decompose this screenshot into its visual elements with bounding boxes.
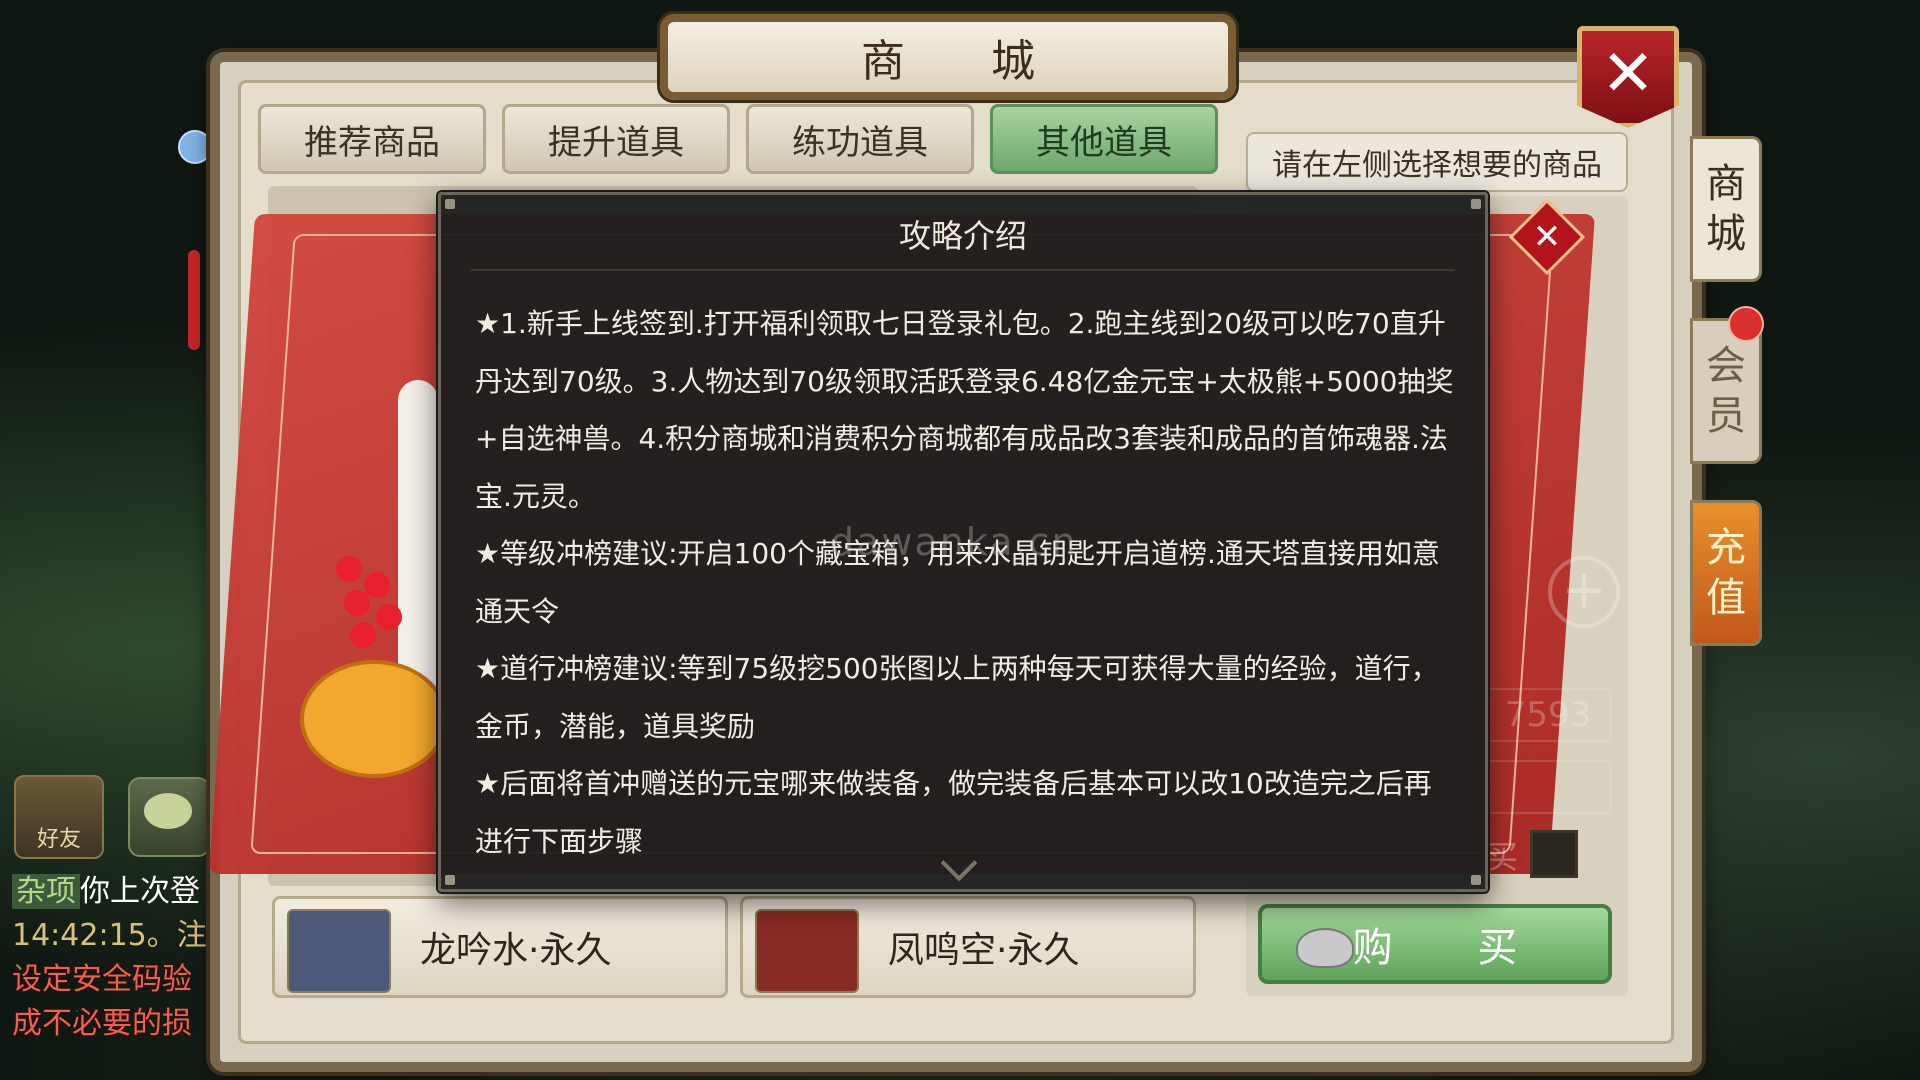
buy-checkbox[interactable] (1530, 830, 1578, 878)
watermark: dawanka.cn (830, 520, 1078, 564)
goods-item-name: 龙吟水·永久 (420, 930, 612, 971)
tab-recommended[interactable]: 推荐商品 (258, 104, 486, 174)
plus-icon[interactable]: + (1548, 556, 1620, 628)
chat-button[interactable] (128, 777, 210, 857)
chat-log: 杂项 你上次登 14:42:15。注 设定安全码验 成不必要的损 (12, 870, 212, 1046)
ingot-icon (1296, 928, 1354, 968)
buy-button[interactable]: 购 买 (1258, 904, 1612, 984)
guide-title: 攻略介绍 (898, 217, 1027, 255)
shop-title: 商 城 (861, 36, 1071, 87)
chat-line: 成不必要的损 (12, 1006, 192, 1041)
guide-content[interactable]: ★1.新手上线签到.打开福利领取七日登录礼包。2.跑主线到20级可以吃70直升丹… (475, 295, 1455, 861)
shop-title-plate: 商 城 (660, 14, 1236, 100)
guide-paragraph: ★1.新手上线签到.打开福利领取七日登录礼包。2.跑主线到20级可以吃70直升丹… (475, 307, 1454, 513)
chat-line: 设定安全码验 (12, 962, 192, 997)
select-hint: 请在左侧选择想要的商品 (1246, 132, 1628, 192)
chat-line: 14:42:15。注 (12, 918, 207, 953)
tab-training-items[interactable]: 练功道具 (746, 104, 974, 174)
buy-checkbox-label: 买 (1486, 838, 1519, 876)
chat-tag: 杂项 (12, 874, 80, 909)
lantern-decoration (178, 80, 212, 350)
guide-paragraph: ★道行冲榜建议:等到75级挖500张图以上两种每天可获得大量的经验，道行，金币，… (475, 652, 1439, 743)
tab-other-items[interactable]: 其他道具 (990, 104, 1218, 174)
goods-item-card[interactable]: 凤鸣空·永久 (740, 896, 1196, 998)
notification-dot (1728, 306, 1764, 342)
divider (471, 269, 1455, 271)
friends-label: 好友 (36, 827, 81, 852)
chat-line: 你上次登 (80, 874, 200, 909)
goods-item-name: 凤鸣空·永久 (888, 930, 1080, 971)
gourd-decoration (300, 660, 448, 778)
quantity-field[interactable] (1484, 760, 1612, 814)
outfit-icon (287, 909, 391, 993)
outfit-icon (755, 909, 859, 993)
chat-bubble-icon (144, 793, 192, 829)
side-tabs: 商城 会员 充值 (1690, 136, 1762, 682)
side-tab-shop[interactable]: 商城 (1690, 136, 1762, 282)
candied-haws-decoration (336, 556, 416, 656)
tab-upgrade-items[interactable]: 提升道具 (502, 104, 730, 174)
guide-paragraph: ★后面将首冲赠送的元宝哪来做装备，做完装备后基本可以改10改造完之后再进行下面步… (475, 767, 1432, 858)
buy-button-label: 购 买 (1352, 925, 1554, 971)
price-field: 7593 (1484, 688, 1612, 742)
friends-button[interactable]: 好友 (14, 775, 104, 859)
goods-item-card[interactable]: 龙吟水·永久 (272, 896, 728, 998)
side-tab-recharge[interactable]: 充值 (1690, 500, 1762, 646)
shop-tabs: 推荐商品 提升道具 练功道具 其他道具 (258, 104, 1218, 174)
